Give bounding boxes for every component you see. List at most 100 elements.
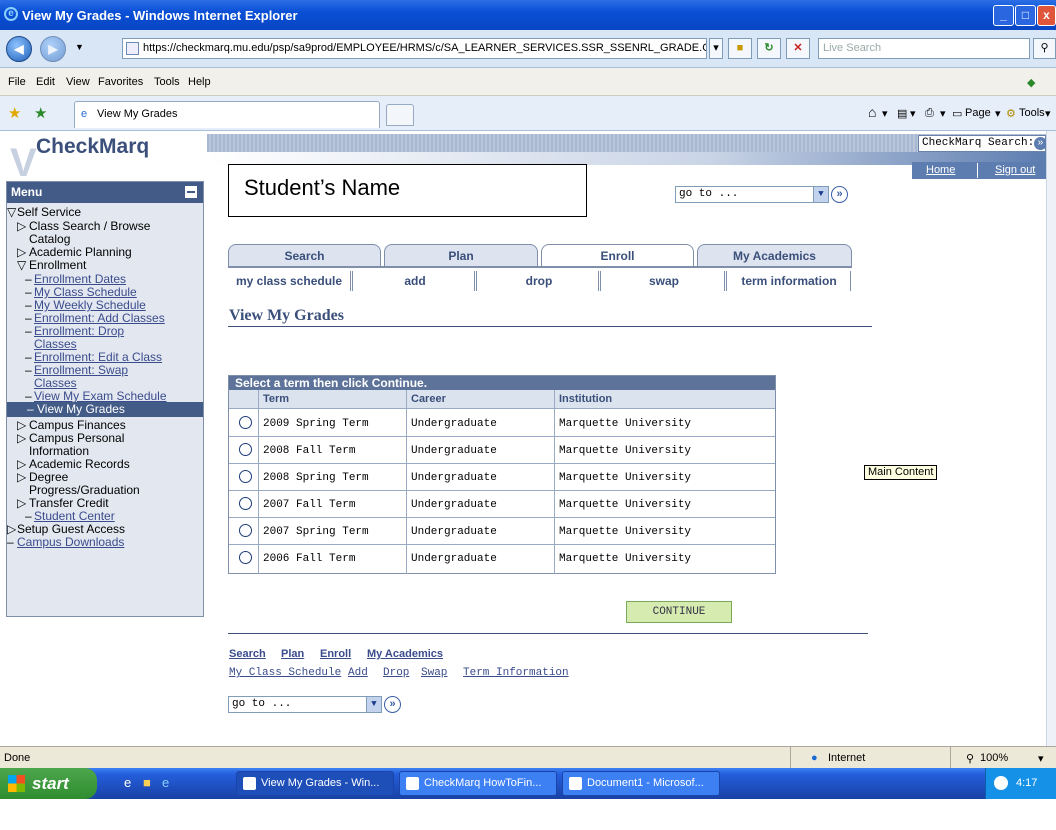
ie-quicklaunch-icon-2[interactable]: e [162,775,169,790]
add-favorite-icon[interactable]: ★ [34,104,47,122]
footer-link-plan[interactable]: Plan [281,648,304,660]
address-input[interactable]: https://checkmarq.mu.edu/psp/sa9prod/EMP… [122,38,707,59]
transfer-credit-expand-icon[interactable]: ▷ [17,497,26,509]
subtab-swap[interactable]: swap [604,271,724,291]
menu-academic-planning[interactable]: Academic Planning [29,246,132,258]
print-dropdown-icon[interactable]: ▾ [940,107,946,120]
menu-enrollment[interactable]: Enrollment [29,259,86,271]
minimize-button[interactable]: _ [993,5,1014,26]
task-view-my-grades[interactable]: View My Grades - Win... [236,771,394,796]
favorites-star-icon[interactable]: ★ [8,104,21,122]
goto-select-top[interactable]: go to ... ▼ [675,186,829,203]
subtab-term-information[interactable]: term information [730,271,848,291]
table-row[interactable]: 2008 Fall Term Undergraduate Marquette U… [229,437,775,464]
class-search-expand-icon[interactable]: ▷ [17,220,26,232]
footer-link-search[interactable]: Search [229,648,266,660]
goto-go-button-bottom[interactable]: » [384,696,401,713]
address-dropdown-button[interactable]: ▾ [709,38,723,59]
folder-quicklaunch-icon[interactable]: ■ [143,775,151,790]
menu-file[interactable]: File [8,76,26,88]
forward-button[interactable]: ▶ [40,36,66,62]
table-row[interactable]: 2008 Spring Term Undergraduate Marquette… [229,464,775,491]
term-radio[interactable] [239,524,252,537]
menu-enrollment-add[interactable]: Enrollment: Add Classes [34,312,165,324]
self-service-expand-icon[interactable]: ▽ [7,206,16,218]
campus-personal-expand-icon[interactable]: ▷ [17,432,26,444]
tray-arrow-icon[interactable] [994,776,1008,790]
browser-tab-view-my-grades[interactable]: e View My Grades [74,101,380,128]
home-dropdown-icon[interactable]: ▾ [882,107,888,120]
menu-my-weekly-schedule[interactable]: My Weekly Schedule [34,299,146,311]
menu-campus-personal-cont[interactable]: Information [29,445,89,457]
footer-link-add[interactable]: Add [348,667,368,679]
stop-button[interactable]: ✕ [786,38,810,59]
enrollment-expand-icon[interactable]: ▽ [17,259,26,271]
menu-edit[interactable]: Edit [36,76,55,88]
page-menu-dropdown-icon[interactable]: ▾ [995,107,1001,120]
menu-academic-records[interactable]: Academic Records [29,458,130,470]
search-icon[interactable]: ⚲ [1033,38,1056,59]
menu-enrollment-drop[interactable]: Enrollment: Drop [34,325,124,337]
term-radio[interactable] [239,443,252,456]
continue-button[interactable]: CONTINUE [626,601,732,623]
campus-finances-expand-icon[interactable]: ▷ [17,419,26,431]
table-row[interactable]: 2009 Spring Term Undergraduate Marquette… [229,410,775,437]
footer-link-drop[interactable]: Drop [383,667,409,679]
menu-campus-finances[interactable]: Campus Finances [29,419,126,431]
checkmarq-search[interactable]: CheckMarq Search:» [918,135,1046,152]
table-row[interactable]: 2007 Fall Term Undergraduate Marquette U… [229,491,775,518]
goto-go-button-top[interactable]: » [831,186,848,203]
table-row[interactable]: 2007 Spring Term Undergraduate Marquette… [229,518,775,545]
recent-pages-icon[interactable]: ▼ [75,42,84,52]
home-icon[interactable]: ⌂ [868,104,876,120]
menu-student-center[interactable]: Student Center [34,510,115,522]
term-radio[interactable] [239,497,252,510]
menu-degree[interactable]: Degree [29,471,68,483]
lock-icon[interactable]: ■ [728,38,752,59]
menu-enrollment-swap-cont[interactable]: Classes [34,377,77,389]
menu-tools[interactable]: Tools [154,76,180,88]
ie-quicklaunch-icon[interactable]: e [124,775,131,790]
zoom-level[interactable]: 100% [980,752,1008,764]
sign-out-link[interactable]: Sign out [995,164,1035,178]
collapse-menu-icon[interactable] [185,186,197,198]
tab-search[interactable]: Search [228,244,381,267]
tools-dropdown-icon[interactable]: ▾ [1045,107,1051,120]
footer-link-my-academics[interactable]: My Academics [367,648,443,660]
goto-select-bottom[interactable]: go to ... ▼ [228,696,382,713]
subtab-drop[interactable]: drop [480,271,598,291]
live-search-input[interactable]: Live Search [818,38,1030,59]
zoom-dropdown-icon[interactable]: ▾ [1038,752,1044,765]
menu-my-class-schedule[interactable]: My Class Schedule [34,286,137,298]
menu-enrollment-edit[interactable]: Enrollment: Edit a Class [34,351,162,363]
footer-link-term-information[interactable]: Term Information [463,667,569,679]
menu-degree-cont[interactable]: Progress/Graduation [29,484,140,496]
page-scrollbar[interactable] [1046,131,1056,746]
feeds-icon[interactable]: ▤ [897,107,907,120]
feeds-dropdown-icon[interactable]: ▾ [910,107,916,120]
subtab-add[interactable]: add [356,271,474,291]
setup-guest-expand-icon[interactable]: ▷ [7,523,16,535]
menu-campus-personal[interactable]: Campus Personal [29,432,124,444]
subtab-my-class-schedule[interactable]: my class schedule [228,271,350,291]
search-go-icon[interactable]: » [1034,137,1046,150]
home-link[interactable]: Home [926,164,955,178]
page-menu[interactable]: Page [965,107,991,119]
footer-link-enroll[interactable]: Enroll [320,648,351,660]
menu-view-my-grades[interactable]: – View My Grades [7,402,203,417]
footer-link-swap[interactable]: Swap [421,667,447,679]
task-checkmarq-howto[interactable]: CheckMarq HowToFin... [399,771,557,796]
menu-campus-downloads[interactable]: Campus Downloads [17,536,124,548]
task-document1[interactable]: Document1 - Microsof... [562,771,720,796]
menu-setup-guest-access[interactable]: Setup Guest Access [17,523,125,535]
menu-self-service[interactable]: Self Service [17,206,81,218]
menu-class-search-cont[interactable]: Catalog [29,233,70,245]
back-button[interactable]: ◀ [6,36,32,62]
menu-transfer-credit[interactable]: Transfer Credit [29,497,109,509]
table-row[interactable]: 2006 Fall Term Undergraduate Marquette U… [229,545,775,572]
term-radio[interactable] [239,551,252,564]
menu-enrollment-drop-cont[interactable]: Classes [34,338,77,350]
academic-planning-expand-icon[interactable]: ▷ [17,246,26,258]
term-radio[interactable] [239,416,252,429]
menu-view[interactable]: View [66,76,90,88]
